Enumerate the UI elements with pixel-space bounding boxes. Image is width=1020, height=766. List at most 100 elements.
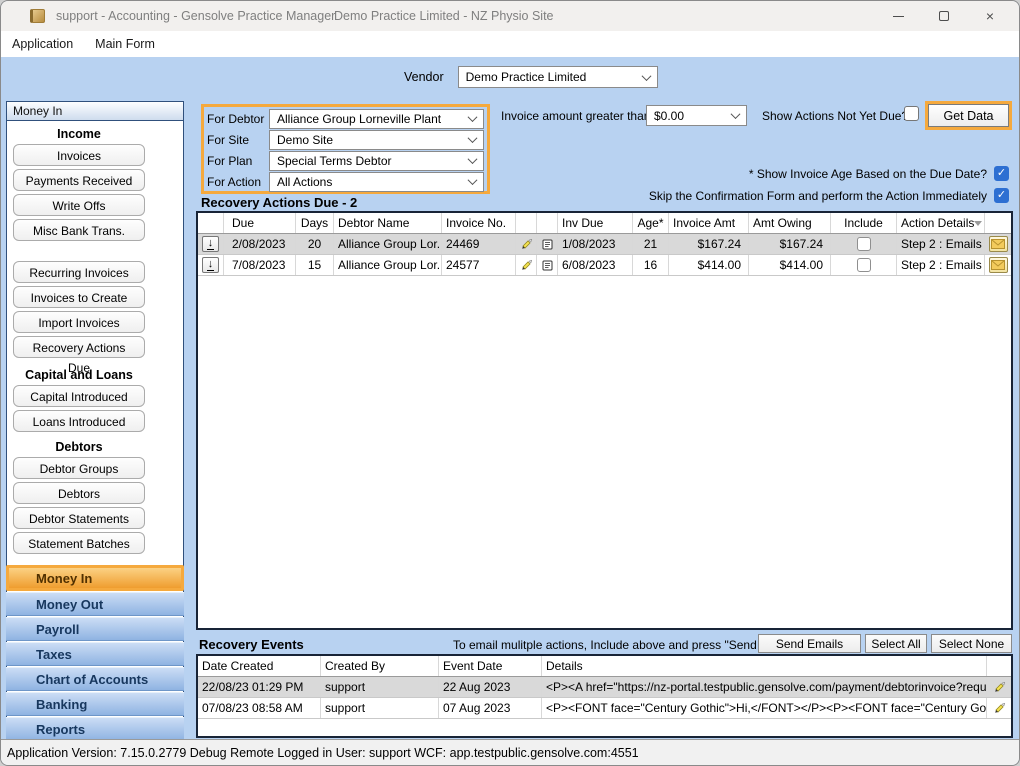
cell-due: 2/08/2023 (224, 234, 296, 254)
send-emails-button[interactable]: Send Emails (758, 634, 861, 653)
nav-banking[interactable]: Banking (6, 692, 184, 716)
header-invoice-amt[interactable]: Invoice Amt (669, 213, 749, 233)
for-action-label: For Action (207, 175, 269, 189)
edit-pencil-icon[interactable] (993, 681, 1006, 694)
sidebar-button-write-offs[interactable]: Write Offs (13, 194, 145, 216)
menu-main-form[interactable]: Main Form (84, 37, 166, 51)
nav-payroll[interactable]: Payroll (6, 617, 184, 641)
sidebar-button-statement-batches[interactable]: Statement Batches (13, 532, 145, 554)
cell-days: 15 (296, 255, 334, 275)
nav-reports[interactable]: Reports (6, 717, 184, 741)
table-row[interactable]: ↓ 7/08/2023 15 Alliance Group Lor... 245… (198, 255, 1011, 276)
cell-action-details: Step 2 : Emails out (897, 255, 985, 275)
events-header-row: Date Created Created By Event Date Detai… (198, 656, 1011, 677)
sidebar-button-payments-received[interactable]: Payments Received (13, 169, 145, 191)
table-row[interactable]: ↓ 2/08/2023 20 Alliance Group Lor... 244… (198, 234, 1011, 255)
age-checkbox-label: * Show Invoice Age Based on the Due Date… (749, 167, 987, 181)
send-email-button[interactable] (989, 236, 1008, 252)
for-site-label: For Site (207, 133, 269, 147)
email-hint-text: To email mulitple actions, Include above… (453, 638, 800, 652)
maximize-button[interactable] (921, 1, 967, 31)
header-created-by[interactable]: Created By (321, 656, 439, 676)
cell-days: 20 (296, 234, 334, 254)
table-row[interactable]: 22/08/23 01:29 PM support 22 Aug 2023 <P… (198, 677, 1011, 698)
sidebar-button-invoices[interactable]: Invoices (13, 144, 145, 166)
menu-bar: Application Main Form (1, 31, 1019, 57)
sidebar-button-misc-bank-trans[interactable]: Misc Bank Trans. (13, 219, 145, 241)
minimize-icon (893, 16, 904, 17)
skip-confirmation-row: Skip the Confirmation Form and perform t… (649, 188, 1009, 203)
cell-inv-due: 1/08/2023 (558, 234, 633, 254)
nav-taxes[interactable]: Taxes (6, 642, 184, 666)
sidebar-button-loans-introduced[interactable]: Loans Introduced (13, 410, 145, 432)
not-yet-due-checkbox[interactable] (904, 106, 919, 121)
invoice-document-icon[interactable] (541, 238, 554, 251)
nav-chart-of-accounts[interactable]: Chart of Accounts (6, 667, 184, 691)
invoice-amount-dropdown[interactable]: $0.00 (646, 105, 747, 126)
sidebar-button-debtor-groups[interactable]: Debtor Groups (13, 457, 145, 479)
get-data-button[interactable]: Get Data (928, 104, 1009, 127)
select-none-button[interactable]: Select None (931, 634, 1012, 653)
cell-created-by: support (321, 698, 439, 718)
content-area: Vendor Demo Practice Limited Money In In… (1, 57, 1019, 739)
for-plan-dropdown[interactable]: Special Terms Debtor (269, 151, 484, 171)
sidebar-button-capital-introduced[interactable]: Capital Introduced (13, 385, 145, 407)
header-event-date[interactable]: Event Date (439, 656, 542, 676)
download-action-button[interactable]: ↓ (202, 257, 219, 273)
sidebar-button-invoices-to-create[interactable]: Invoices to Create (13, 286, 145, 308)
for-site-dropdown[interactable]: Demo Site (269, 130, 484, 150)
status-bar: Application Version: 7.15.0.2779 Debug R… (1, 739, 1019, 765)
edit-pencil-icon[interactable] (520, 238, 533, 251)
download-icon: ↓ (207, 260, 215, 271)
sidebar-button-debtor-statements[interactable]: Debtor Statements (13, 507, 145, 529)
check-icon: ✓ (997, 190, 1006, 201)
header-amt-owing[interactable]: Amt Owing (749, 213, 831, 233)
section-heading-capital-and-loans: Capital and Loans (7, 368, 151, 382)
include-checkbox[interactable] (857, 237, 871, 251)
for-action-dropdown[interactable]: All Actions (269, 172, 484, 192)
module-nav: Money In Money Out Payroll Taxes Chart o… (6, 564, 184, 741)
select-all-button[interactable]: Select All (865, 634, 927, 653)
age-checkbox[interactable]: ✓ (994, 166, 1009, 181)
edit-pencil-icon[interactable] (993, 702, 1006, 715)
sidebar-button-import-invoices[interactable]: Import Invoices (13, 311, 145, 333)
menu-application[interactable]: Application (1, 37, 84, 51)
header-details[interactable]: Details (542, 656, 987, 676)
sidebar-button-recovery-actions-due[interactable]: Recovery Actions Due (13, 336, 145, 358)
action-details-label: Action Details (901, 216, 974, 230)
header-date-created[interactable]: Date Created (198, 656, 321, 676)
sidebar-button-debtors[interactable]: Debtors (13, 482, 145, 504)
app-window: support - Accounting - Gensolve Practice… (0, 0, 1020, 766)
header-due[interactable]: Due (224, 213, 296, 233)
send-email-button[interactable] (989, 257, 1008, 273)
header-include[interactable]: Include (831, 213, 897, 233)
chevron-down-icon (468, 154, 478, 164)
minimize-button[interactable] (875, 1, 921, 31)
download-action-button[interactable]: ↓ (202, 236, 219, 252)
chevron-down-icon (468, 133, 478, 143)
edit-pencil-icon[interactable] (520, 259, 533, 272)
not-yet-due-label: Show Actions Not Yet Due? (762, 109, 908, 123)
header-debtor-name[interactable]: Debtor Name (334, 213, 442, 233)
header-age[interactable]: Age* (633, 213, 669, 233)
header-action-details[interactable]: Action Details (897, 213, 985, 233)
header-invoice-no[interactable]: Invoice No. (442, 213, 516, 233)
vendor-dropdown[interactable]: Demo Practice Limited (458, 66, 658, 88)
chevron-down-icon (641, 71, 651, 81)
sidebar-button-recurring-invoices[interactable]: Recurring Invoices (13, 261, 145, 283)
nav-money-in[interactable]: Money In (6, 565, 184, 591)
download-icon: ↓ (207, 239, 215, 250)
table-row[interactable]: 07/08/23 08:58 AM support 07 Aug 2023 <P… (198, 698, 1011, 719)
vendor-row: Vendor Demo Practice Limited (404, 66, 658, 88)
include-checkbox[interactable] (857, 258, 871, 272)
header-inv-due[interactable]: Inv Due (558, 213, 633, 233)
cell-action-details: Step 2 : Emails out (897, 234, 985, 254)
for-debtor-dropdown[interactable]: Alliance Group Lorneville Plant (269, 109, 484, 129)
cell-amt-owing: $167.24 (749, 234, 831, 254)
header-days[interactable]: Days (296, 213, 334, 233)
invoice-document-icon[interactable] (541, 259, 554, 272)
close-button[interactable]: × (967, 1, 1013, 31)
skip-confirmation-checkbox[interactable]: ✓ (994, 188, 1009, 203)
nav-money-out[interactable]: Money Out (6, 592, 184, 616)
recovery-actions-title: Recovery Actions Due - 2 (201, 195, 357, 210)
